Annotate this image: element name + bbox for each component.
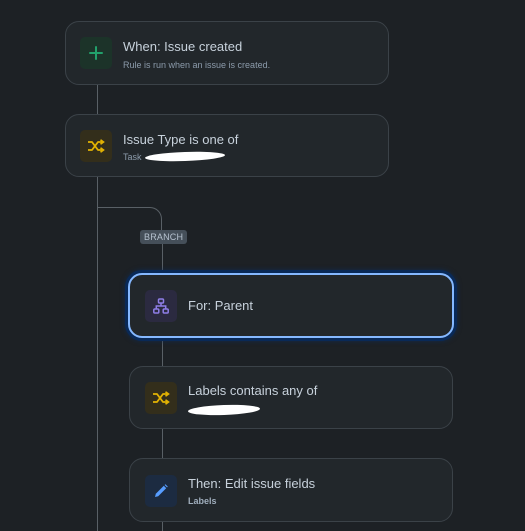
issue-type-condition-card[interactable]: Issue Type is one of Task xyxy=(65,114,389,177)
shuffle-icon xyxy=(153,391,170,405)
issue-type-value: Task xyxy=(123,152,142,162)
action-icon-box xyxy=(145,475,177,507)
labels-condition-title: Labels contains any of xyxy=(188,383,318,398)
redaction-mark xyxy=(144,150,226,163)
edit-action-field: Labels xyxy=(188,496,217,506)
branch-for-title: For: Parent xyxy=(188,298,254,313)
branch-connector xyxy=(162,428,163,459)
connector-line xyxy=(97,176,98,531)
connector-line xyxy=(97,84,98,115)
branch-badge: BRANCH xyxy=(140,230,188,244)
branch-connector xyxy=(162,338,163,367)
branch-connector-corner xyxy=(137,207,162,232)
condition-icon-box xyxy=(145,382,177,414)
trigger-icon-box xyxy=(80,37,112,69)
labels-condition-card[interactable]: Labels contains any of xyxy=(129,366,453,429)
branch-connector xyxy=(162,244,163,273)
trigger-title: When: Issue created xyxy=(123,39,243,54)
trigger-card[interactable]: When: Issue created Rule is run when an … xyxy=(65,21,389,85)
hierarchy-icon xyxy=(153,298,169,314)
branch-icon-box xyxy=(145,290,177,322)
edit-action-title: Then: Edit issue fields xyxy=(188,476,316,491)
shuffle-icon xyxy=(88,139,105,153)
redaction-mark xyxy=(187,403,261,417)
edit-issue-action-card[interactable]: Then: Edit issue fields Labels xyxy=(129,458,453,522)
condition-icon-box xyxy=(80,130,112,162)
branch-connector xyxy=(162,521,163,531)
plus-icon xyxy=(89,46,103,60)
trigger-subtitle: Rule is run when an issue is created. xyxy=(123,60,271,70)
pencil-icon xyxy=(155,484,168,497)
issue-type-title: Issue Type is one of xyxy=(123,132,239,147)
branch-for-parent-card[interactable]: For: Parent xyxy=(128,273,454,338)
